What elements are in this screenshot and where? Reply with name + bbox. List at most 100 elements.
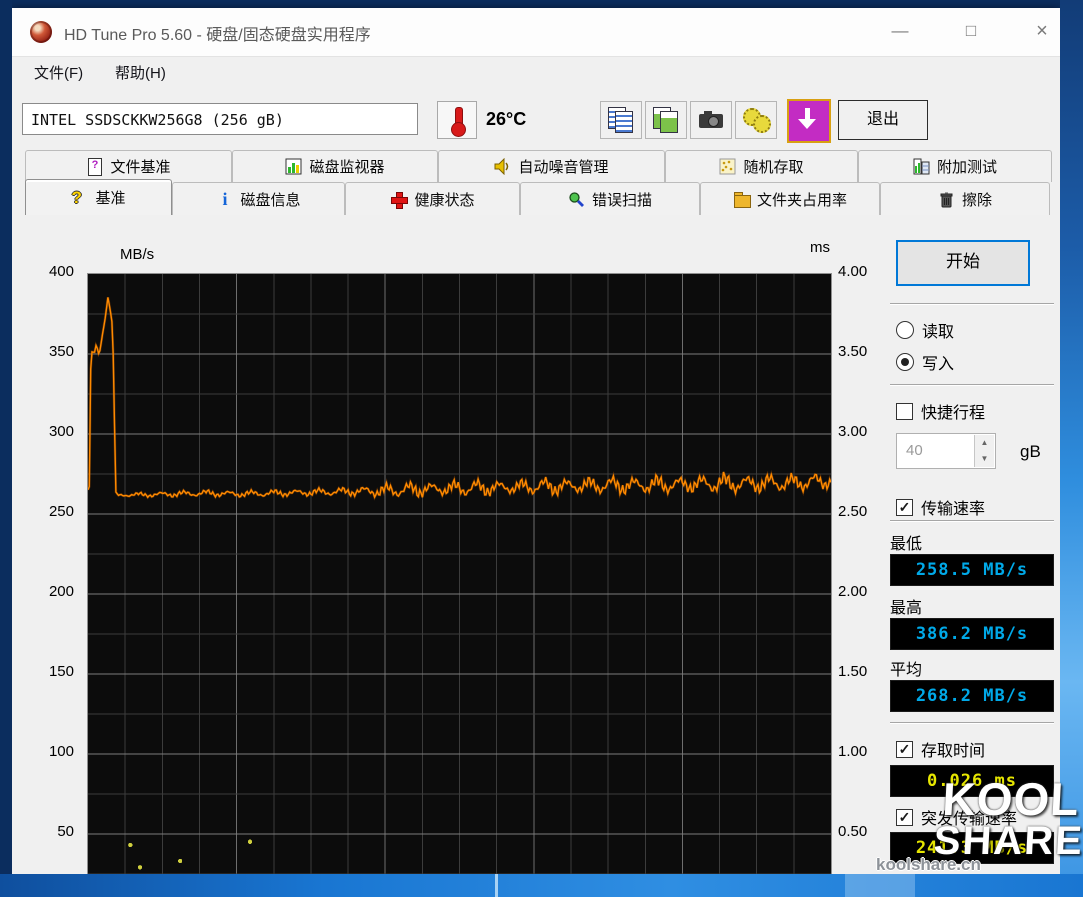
read-label: 读取 (922, 318, 954, 342)
spinner-up-button[interactable]: ▲ (974, 435, 994, 451)
app-logo-icon (30, 21, 52, 43)
y-axis-tick: 400 (26, 263, 74, 280)
taskbar[interactable] (0, 874, 1083, 897)
tab-extra-tests[interactable]: 附加测试 (858, 150, 1052, 182)
tab-benchmark-active[interactable]: ? 基准 (25, 179, 172, 215)
short-stroke-row[interactable]: 快捷行程 (896, 401, 985, 421)
tab-random-access[interactable]: 随机存取 (665, 150, 858, 182)
app-window: HD Tune Pro 5.60 - 硬盘/固态硬盘实用程序 — □ × 文件(… (12, 8, 1060, 874)
y-axis-tick: 250 (26, 503, 74, 520)
short-stroke-checkbox[interactable] (896, 403, 913, 420)
write-label: 写入 (922, 350, 954, 374)
transfer-rate-row[interactable]: ✓ 传输速率 (896, 497, 985, 517)
avg-label: 平均 (890, 656, 922, 680)
trash-icon (938, 191, 955, 208)
y2-axis-tick: 3.50 (838, 343, 882, 360)
tab-file-benchmark[interactable]: ? 文件基准 (25, 150, 232, 182)
burst-rate-checkbox[interactable]: ✓ (896, 809, 913, 826)
benchmark-icon: ? (71, 189, 88, 206)
magnifier-icon (568, 191, 585, 208)
spinner-down-button[interactable]: ▼ (974, 451, 994, 467)
separator (890, 303, 1054, 304)
spinner-unit-label: gB (1020, 442, 1041, 462)
separator (890, 520, 1054, 521)
access-time-label: 存取时间 (921, 737, 985, 761)
y2-axis-tick: 4.00 (838, 263, 882, 280)
close-button[interactable]: × (1027, 18, 1057, 44)
tab-disk-monitor[interactable]: 磁盘监视器 (232, 150, 438, 182)
health-cross-icon (390, 191, 407, 208)
screenshot-button[interactable] (690, 101, 732, 139)
tab-health[interactable]: 健康状态 (345, 182, 520, 215)
info-icon: i (216, 191, 233, 208)
tab-aam[interactable]: 自动噪音管理 (438, 150, 665, 182)
min-value-display: 258.5 MB/s (890, 554, 1054, 586)
max-label: 最高 (890, 594, 922, 618)
y2-axis-tick: 0.50 (838, 823, 882, 840)
y2-axis-unit-label: ms (810, 239, 830, 256)
short-stroke-label: 快捷行程 (921, 399, 985, 423)
tab-row-secondary: ? 文件基准 磁盘监视器 自动噪音管理 随机存取 (25, 150, 1052, 182)
read-radio-row[interactable]: 读取 (896, 320, 954, 340)
menu-bar: 文件(F) 帮助(H) (12, 57, 1060, 87)
access-time-checkbox[interactable]: ✓ (896, 741, 913, 758)
disk-monitor-icon (285, 158, 302, 175)
y-axis-tick: 100 (26, 743, 74, 760)
minimize-button[interactable]: — (885, 18, 915, 44)
save-results-button[interactable] (787, 99, 831, 143)
temperature-button[interactable] (437, 101, 477, 139)
y-axis-tick: 300 (26, 423, 74, 440)
read-radio[interactable] (896, 321, 914, 339)
separator (890, 722, 1054, 723)
extra-tests-icon (913, 158, 930, 175)
y-axis-unit-label: MB/s (120, 246, 154, 263)
avg-value-display: 268.2 MB/s (890, 680, 1054, 712)
toolbar: INTEL SSDSCKKW256G8 (256 gB) 26°C (12, 87, 1060, 150)
write-radio-row[interactable]: 写入 (896, 352, 954, 372)
maximize-button[interactable]: □ (956, 18, 986, 44)
drive-select-dropdown[interactable]: INTEL SSDSCKKW256G8 (256 gB) (22, 103, 418, 135)
tab-error-scan[interactable]: 错误扫描 (520, 182, 700, 215)
folder-icon (733, 191, 750, 208)
access-time-row[interactable]: ✓ 存取时间 (896, 739, 985, 759)
tab-folder-usage[interactable]: 文件夹占用率 (700, 182, 880, 215)
copy-text-button[interactable] (600, 101, 642, 139)
speaker-icon (494, 158, 511, 175)
window-title: HD Tune Pro 5.60 - 硬盘/固态硬盘实用程序 (64, 21, 371, 45)
desktop: HD Tune Pro 5.60 - 硬盘/固态硬盘实用程序 — □ × 文件(… (0, 0, 1083, 897)
copy-image-button[interactable] (645, 101, 687, 139)
short-stroke-size-spinner[interactable]: 40 ▲ ▼ (896, 433, 996, 469)
start-button[interactable]: 开始 (896, 240, 1030, 286)
y-axis-tick: 200 (26, 583, 74, 600)
y2-axis-tick: 1.00 (838, 743, 882, 760)
separator (890, 384, 1054, 385)
transfer-rate-checkbox[interactable]: ✓ (896, 499, 913, 516)
y-axis-tick: 150 (26, 663, 74, 680)
temperature-value: 26°C (486, 109, 526, 130)
desktop-edge-right (1060, 0, 1083, 874)
tab-erase[interactable]: 擦除 (880, 182, 1050, 215)
file-benchmark-icon: ? (86, 158, 103, 175)
settings-button[interactable] (735, 101, 777, 139)
y-axis-tick: 350 (26, 343, 74, 360)
y-axis-tick: 50 (26, 823, 74, 840)
write-radio[interactable] (896, 353, 914, 371)
min-label: 最低 (890, 530, 922, 554)
y2-axis-tick: 1.50 (838, 663, 882, 680)
max-value-display: 386.2 MB/s (890, 618, 1054, 650)
benchmark-chart (87, 273, 832, 878)
watermark-logo: KOOL SHARE (928, 778, 1083, 860)
y2-axis-tick: 2.50 (838, 503, 882, 520)
desktop-edge-left (0, 0, 12, 874)
spinner-value: 40 (906, 442, 923, 459)
title-bar: HD Tune Pro 5.60 - 硬盘/固态硬盘实用程序 — □ × (12, 8, 1060, 57)
desktop-edge-top (0, 0, 1083, 8)
tab-row-primary: ? 基准 i 磁盘信息 健康状态 错误扫描 文件夹占用率 (25, 182, 1050, 215)
exit-button[interactable]: 退出 (838, 100, 928, 140)
y2-axis-tick: 2.00 (838, 583, 882, 600)
scatter-dots-icon (719, 158, 736, 175)
menu-file[interactable]: 文件(F) (34, 62, 83, 83)
tab-disk-info[interactable]: i 磁盘信息 (172, 182, 345, 215)
menu-help[interactable]: 帮助(H) (115, 62, 166, 83)
y2-axis-tick: 3.00 (838, 423, 882, 440)
